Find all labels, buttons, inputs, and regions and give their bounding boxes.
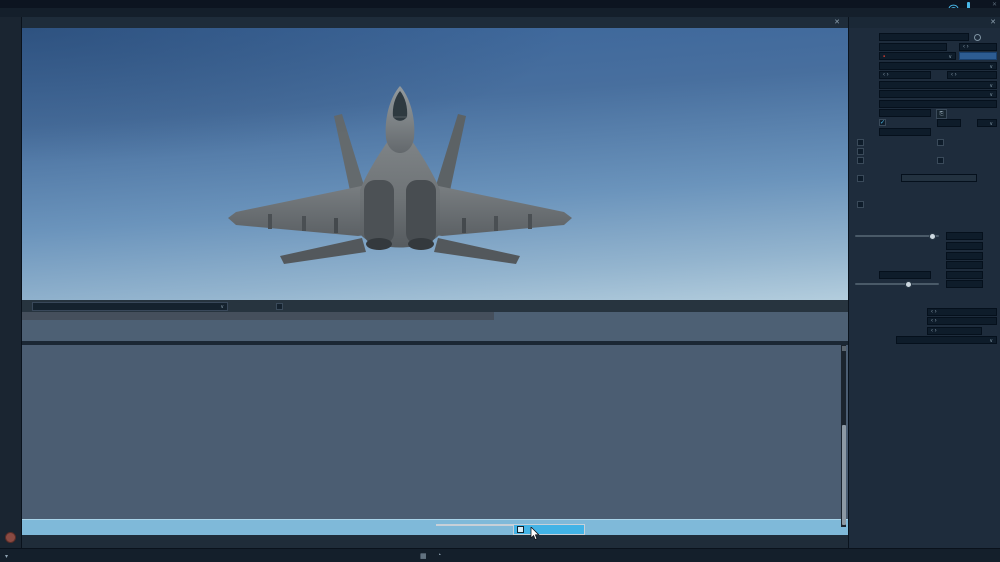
condition-input[interactable] bbox=[879, 42, 947, 51]
password-checkbox[interactable] bbox=[857, 174, 864, 182]
editor-toolbar bbox=[0, 17, 22, 548]
mission-payload-section bbox=[22, 320, 848, 341]
task-select[interactable]: ∨ bbox=[879, 61, 997, 70]
paint-loadout-header: ✕ bbox=[22, 17, 848, 28]
max-weight-input[interactable] bbox=[879, 270, 931, 279]
title-bar: ✕ bbox=[0, 0, 1000, 10]
internal-fuel-slider[interactable] bbox=[855, 232, 939, 240]
total-weight-value bbox=[946, 270, 983, 279]
skill-select[interactable]: ∨ bbox=[879, 90, 997, 98]
condition-spinner[interactable]: ‹ › bbox=[959, 42, 997, 51]
callsign-input[interactable] bbox=[879, 128, 931, 136]
payload-button-bar bbox=[22, 535, 848, 548]
chaff-spinner[interactable]: ‹ › bbox=[927, 307, 997, 316]
empty-weight-value bbox=[946, 251, 983, 260]
model-viewport[interactable] bbox=[22, 28, 848, 300]
radio-checkbox[interactable]: ✓ bbox=[879, 119, 886, 126]
weapons-weight-value bbox=[946, 261, 983, 269]
hidden-on-mfd-checkbox[interactable] bbox=[857, 156, 864, 164]
window-close-icon[interactable]: ✕ bbox=[992, 1, 997, 8]
group-name-input[interactable] bbox=[879, 33, 969, 41]
frequency-input[interactable] bbox=[937, 118, 961, 127]
table-scrollbar[interactable] bbox=[841, 345, 846, 527]
new-payload-row-selected[interactable] bbox=[22, 519, 848, 535]
dyn-spawn-template-checkbox[interactable] bbox=[937, 138, 944, 146]
scroll-up-button[interactable] bbox=[841, 346, 846, 351]
airplane-group-panel: ✕ ‹ › ▪ ∨ ∨ ‹ › ‹ › ∨ ∨ ⎘ ✓ ∨ ‹ › ‹ › ‹ … bbox=[848, 17, 1000, 548]
tail-number-input[interactable] bbox=[879, 109, 931, 117]
unit-total-spinner[interactable]: ‹ › bbox=[947, 71, 997, 79]
internal-fuel-value bbox=[946, 232, 983, 240]
chevron-down-icon: ∨ bbox=[220, 303, 224, 310]
modulation-select[interactable]: ∨ bbox=[977, 118, 997, 127]
paint-scheme-select[interactable]: ∨ bbox=[32, 301, 228, 311]
combat-button[interactable] bbox=[959, 52, 997, 60]
airplane-group-close-icon[interactable]: ✕ bbox=[990, 19, 996, 26]
weight-ratio-value bbox=[946, 280, 983, 288]
hidden-on-planner-checkbox[interactable] bbox=[857, 147, 864, 155]
route-action-toolbar bbox=[849, 185, 1000, 197]
help-icon[interactable] bbox=[974, 33, 981, 41]
flare-spinner[interactable]: ‹ › bbox=[927, 317, 997, 325]
civil-plane-checkbox[interactable] bbox=[857, 200, 864, 208]
hidden-on-map-checkbox[interactable] bbox=[857, 138, 864, 146]
paint-loadout-close-icon[interactable]: ✕ bbox=[834, 19, 840, 26]
record-indicator bbox=[5, 532, 16, 543]
fuel-tank-submenu-item[interactable] bbox=[513, 524, 585, 535]
paint-scheme-bar: ∨ bbox=[22, 300, 848, 312]
ammo-type-select[interactable]: ∨ bbox=[896, 336, 997, 344]
payload-restriction-checkbox[interactable] bbox=[276, 302, 283, 310]
late-activation-checkbox[interactable] bbox=[937, 156, 944, 164]
preset-dropdown[interactable]: ▾ bbox=[5, 553, 8, 560]
payload-context-menu bbox=[436, 524, 513, 526]
airplane-group-header: ✕ bbox=[849, 17, 1000, 28]
fuel-tank-checkbox[interactable] bbox=[517, 526, 524, 533]
country-select[interactable]: ▪ ∨ bbox=[879, 52, 956, 60]
layers-icon[interactable]: ▦ bbox=[420, 552, 427, 560]
payload-table bbox=[22, 345, 848, 519]
status-bar: ▾ ▦ ◔ bbox=[0, 548, 1000, 562]
paste-icon[interactable]: ⎘ bbox=[936, 109, 947, 119]
payload-table-header bbox=[22, 312, 848, 341]
fuel-weight-value bbox=[946, 242, 983, 250]
unit-count-spinner[interactable]: ‹ › bbox=[879, 71, 931, 79]
pilot-input[interactable] bbox=[879, 99, 997, 108]
aircraft-model bbox=[228, 86, 572, 264]
stopwatch-icon[interactable]: ◔ bbox=[437, 552, 441, 559]
gun-spinner[interactable]: ‹ › bbox=[927, 326, 982, 335]
station-number-strip bbox=[22, 312, 494, 320]
weight-ratio-slider[interactable] bbox=[855, 280, 939, 288]
type-select[interactable]: ∨ bbox=[879, 80, 997, 89]
password-input[interactable] bbox=[901, 174, 977, 182]
country-flag-icon: ▪ bbox=[883, 52, 886, 60]
main-menu-bar bbox=[0, 8, 1000, 17]
scrollbar-thumb[interactable] bbox=[841, 425, 846, 525]
mission-editor-screen: ✕ ✕ ∨ ✕ ‹ › ▪ ∨ ∨ ‹ › ‹ › ∨ ∨ ⎘ ✓ ∨ ‹ › … bbox=[0, 0, 1000, 562]
